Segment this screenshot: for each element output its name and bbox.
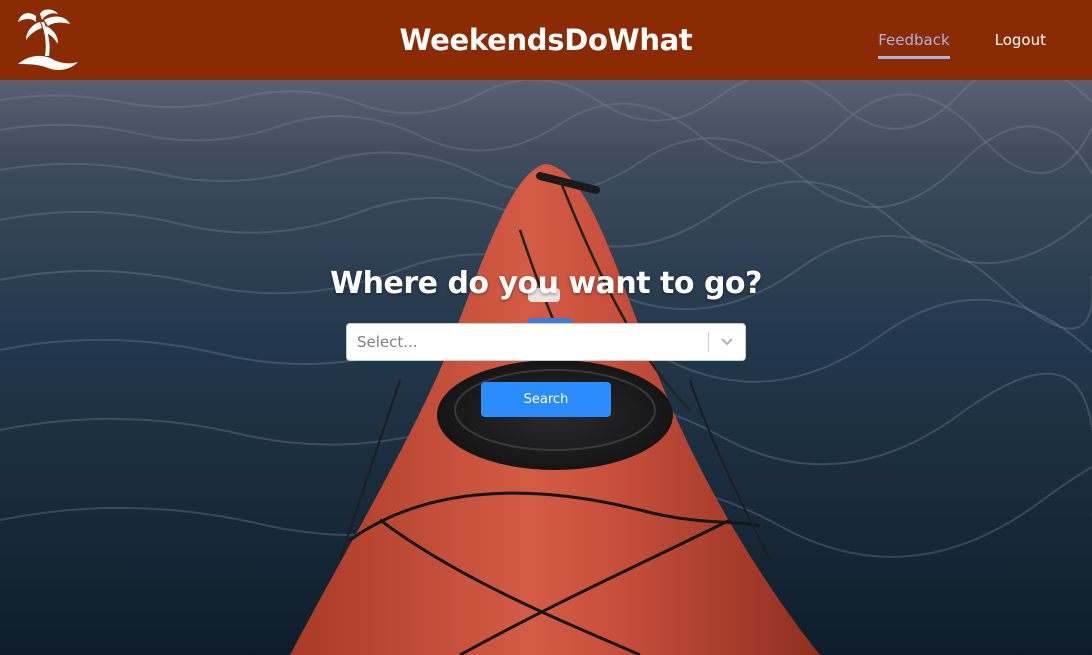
palm-tree-icon[interactable] (14, 6, 82, 74)
logout-link[interactable]: Logout (995, 31, 1046, 49)
destination-select[interactable]: Select... (346, 323, 746, 361)
hero-section: Where do you want to go? Select... Searc… (0, 80, 1092, 655)
search-title: Where do you want to go? (330, 266, 762, 301)
select-placeholder: Select... (357, 333, 418, 351)
search-button[interactable]: Search (481, 382, 611, 417)
nav-links: Feedback Logout (878, 0, 1046, 80)
feedback-link[interactable]: Feedback (878, 31, 951, 59)
navbar: WeekendsDoWhat Feedback Logout (0, 0, 1092, 80)
chevron-down-icon[interactable] (709, 324, 745, 360)
search-panel: Where do you want to go? Select... Searc… (330, 266, 762, 417)
